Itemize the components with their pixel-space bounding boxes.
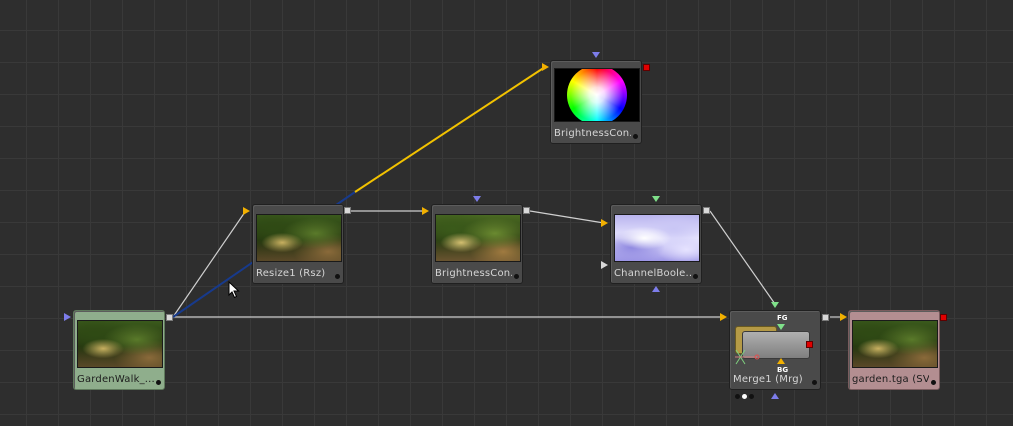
- node-brightness-contrast-mid[interactable]: BrightnessCon...: [431, 204, 523, 284]
- wire-loader-to-resize: [172, 211, 246, 318]
- node-status-dot: [931, 380, 936, 385]
- merge-fg-input-port[interactable]: [771, 302, 779, 308]
- node-label: garden.tga (SV): [852, 374, 929, 385]
- brightness-top-mask-port[interactable]: [592, 52, 600, 58]
- loader-input-port[interactable]: [64, 313, 71, 321]
- node-thumbnail: [435, 214, 521, 262]
- merge-mask-port[interactable]: [771, 393, 779, 399]
- brightness-mid-input-port[interactable]: [422, 207, 429, 215]
- brightness-top-output-port[interactable]: [643, 64, 650, 71]
- loader-output-port[interactable]: [166, 314, 173, 321]
- node-label: BrightnessCon...: [554, 128, 631, 139]
- node-label: BrightnessCon...: [435, 268, 512, 279]
- node-label: GardenWalk_...: [77, 374, 154, 385]
- node-label: Resize1 (Rsz): [256, 268, 326, 279]
- wire-loader-to-brightness-top-yellow: [354, 66, 546, 193]
- merge-bg-input-port[interactable]: [720, 313, 727, 321]
- brightness-top-input-port[interactable]: [542, 63, 549, 71]
- node-status-dot: [335, 274, 340, 279]
- node-label: Merge1 (Mrg): [733, 374, 803, 385]
- node-resize[interactable]: Resize1 (Rsz): [252, 204, 344, 284]
- merge-output-port[interactable]: [822, 314, 829, 321]
- node-status-dot: [633, 134, 638, 139]
- node-thumbnail: [554, 68, 640, 122]
- node-saver[interactable]: garden.tga (SV): [848, 310, 940, 390]
- merge-widget-icon: [735, 349, 760, 365]
- saver-output-port[interactable]: [940, 314, 947, 321]
- node-status-dot: [514, 274, 519, 279]
- merge-bg-arrow: [777, 358, 785, 364]
- brightness-mid-mask-port[interactable]: [473, 196, 481, 202]
- node-thumbnail: [77, 320, 163, 368]
- channel-output-port[interactable]: [703, 207, 710, 214]
- channel-input-bg-port[interactable]: [601, 219, 608, 227]
- merge-view-indicators: [735, 394, 757, 400]
- node-thumbnail: [256, 214, 342, 262]
- node-brightness-contrast-top[interactable]: BrightnessCon...: [550, 60, 642, 144]
- node-status-dot: [156, 380, 161, 385]
- node-merge[interactable]: FG BG Merge1 (Mrg): [729, 310, 821, 390]
- resize-input-port[interactable]: [243, 207, 250, 215]
- saver-input-port[interactable]: [840, 313, 847, 321]
- merge-red-indicator: [806, 341, 813, 348]
- node-label: ChannelBoole...: [614, 268, 691, 279]
- resize-output-port[interactable]: [344, 207, 351, 214]
- brightness-mid-output-port[interactable]: [523, 207, 530, 214]
- node-loader[interactable]: GardenWalk_...: [73, 310, 165, 390]
- merge-fg-arrow: [777, 324, 785, 330]
- channel-mask-port[interactable]: [652, 286, 660, 292]
- color-wheel-icon: [567, 69, 627, 121]
- wire-channel-to-merge: [709, 210, 776, 305]
- channel-aux-port[interactable]: [601, 261, 608, 269]
- wire-brightness-to-channel: [529, 210, 605, 224]
- channel-input-fg-port[interactable]: [652, 196, 660, 202]
- merge-bg-tag: BG: [777, 366, 789, 374]
- mouse-cursor-icon: [228, 281, 240, 299]
- merge-fg-tag: FG: [777, 314, 788, 322]
- node-status-dot: [812, 380, 817, 385]
- node-thumbnail: [852, 320, 938, 368]
- node-status-dot: [693, 274, 698, 279]
- node-thumbnail: [614, 214, 700, 262]
- node-channel-booleans[interactable]: ChannelBoole...: [610, 204, 702, 284]
